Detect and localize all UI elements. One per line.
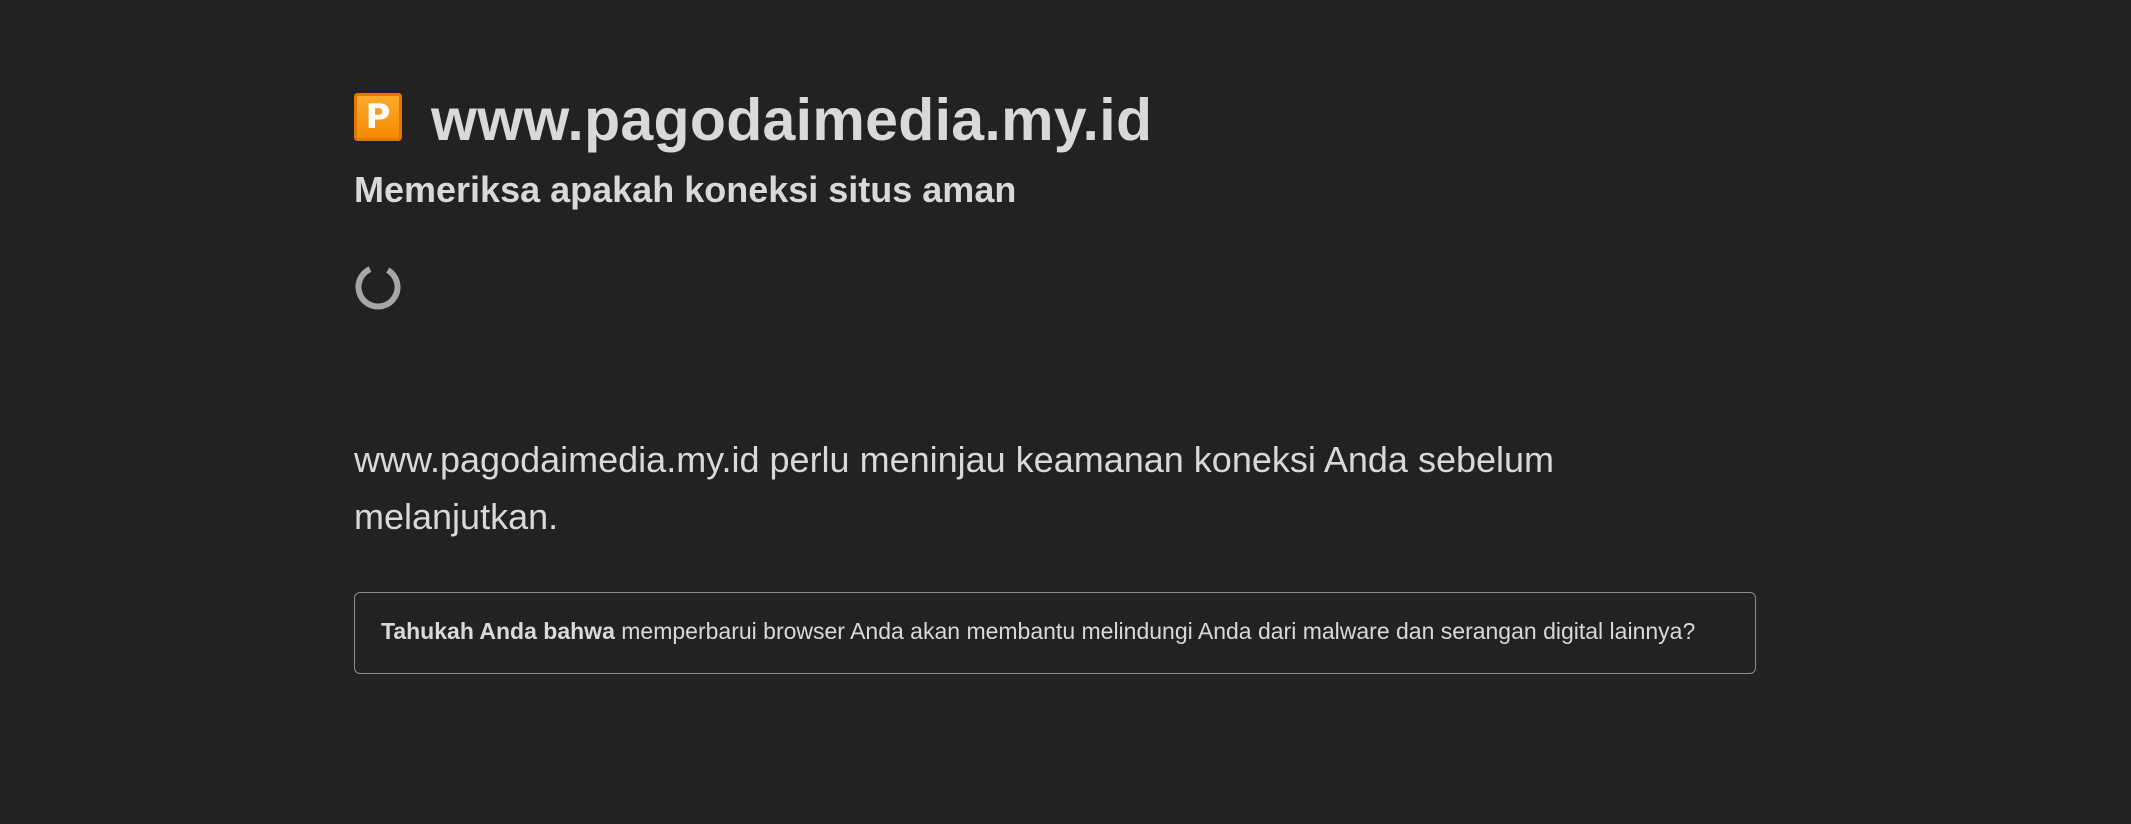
loading-spinner-icon	[354, 263, 402, 311]
review-message: www.pagodaimedia.my.id perlu meninjau ke…	[354, 431, 1654, 545]
challenge-page: P www.pagodaimedia.my.id Memeriksa apaka…	[354, 88, 1756, 675]
page-subtitle: Memeriksa apakah koneksi situs aman	[354, 169, 1017, 210]
review-message-line1: www.pagodaimedia.my.id perlu meninjau ke…	[354, 439, 1555, 481]
review-message-line2: melanjutkan.	[354, 496, 559, 538]
tip-body: memperbarui browser Anda akan membantu m…	[614, 618, 1696, 645]
site-header: P www.pagodaimedia.my.id	[354, 88, 1756, 152]
tip-bold-lead: Tahukah Anda bahwa	[381, 618, 615, 645]
info-tip-box: Tahukah Anda bahwa memperbarui browser A…	[354, 592, 1756, 675]
site-title: www.pagodaimedia.my.id	[431, 86, 1153, 153]
favicon-letter: P	[365, 97, 391, 137]
site-favicon-icon: P	[354, 93, 402, 141]
